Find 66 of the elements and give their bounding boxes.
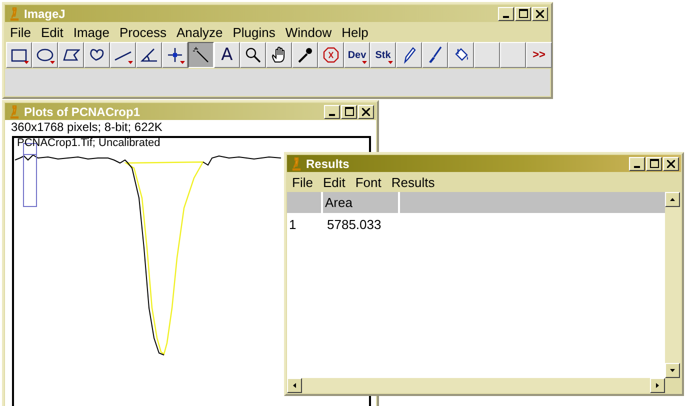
window-title: Plots of PCNACrop1 [24, 104, 140, 118]
wand-icon [192, 46, 210, 64]
maximize-icon [518, 9, 528, 18]
minimize-button[interactable] [498, 6, 514, 20]
minimize-button[interactable] [324, 104, 340, 118]
left-arrow-icon [293, 383, 296, 388]
menu-item[interactable]: File [287, 174, 318, 190]
close-button[interactable] [532, 6, 548, 20]
dropdown-triangle-icon [50, 61, 55, 64]
oval-icon [36, 46, 54, 64]
menu-item[interactable]: Edit [36, 24, 68, 40]
minimize-icon [329, 114, 335, 116]
close-icon [536, 10, 544, 18]
magnifier-icon [244, 46, 262, 64]
close-button[interactable] [358, 104, 374, 118]
right-arrow-icon [656, 383, 659, 388]
minimize-button[interactable] [629, 156, 645, 170]
down-arrow-icon [670, 369, 675, 372]
dropdown-triangle-icon [180, 61, 185, 64]
tool-button[interactable]: >> [526, 42, 552, 68]
minimize-icon [503, 16, 509, 18]
dropdown-triangle-icon [24, 61, 29, 64]
row-number: 1 [288, 216, 298, 234]
maximize-button[interactable] [341, 104, 357, 118]
up-arrow-icon [670, 198, 675, 201]
menu-item[interactable]: Process [114, 24, 172, 40]
crosshair-icon [166, 46, 184, 64]
tool-button[interactable]: Stk [370, 42, 396, 68]
image-info-text: 360x1768 pixels; 8-bit; 622K [10, 120, 164, 135]
dropdown-triangle-icon [362, 61, 367, 64]
angle-icon [140, 46, 158, 64]
menu-item[interactable]: Font [350, 174, 386, 190]
column-header[interactable]: Area [323, 192, 400, 213]
close-icon [667, 160, 675, 168]
menu-item[interactable]: Analyze [171, 24, 228, 40]
horizontal-scrollbar[interactable] [287, 378, 665, 393]
vertical-scrollbar[interactable] [665, 192, 681, 378]
close-button[interactable] [663, 156, 679, 170]
maximize-button[interactable] [646, 156, 662, 170]
minimize-icon [634, 166, 640, 168]
maximize-icon [344, 107, 354, 116]
close-icon [362, 108, 370, 116]
window-title: Results [306, 156, 350, 170]
dropper-icon [296, 46, 314, 64]
menu-item[interactable]: Image [68, 24, 114, 40]
microscope-icon [9, 104, 19, 118]
tool-button[interactable]: Dev [344, 42, 370, 68]
dropdown-triangle-icon [388, 61, 393, 64]
table-cell-text: 5785.033 [326, 216, 382, 234]
dropdown-triangle-icon [128, 61, 133, 64]
menu-item[interactable]: Help [336, 24, 374, 40]
menu-item[interactable]: Edit [318, 174, 350, 190]
microscope-icon [9, 6, 19, 20]
maximize-button[interactable] [515, 6, 531, 20]
menu-item[interactable]: Plugins [228, 24, 280, 40]
window-title: ImageJ [24, 6, 66, 20]
tool-button[interactable]: A [214, 42, 240, 68]
menu-item[interactable]: Results [386, 174, 440, 190]
menu-item[interactable]: Window [280, 24, 337, 40]
stop-icon [322, 46, 340, 64]
microscope-icon [291, 156, 301, 170]
plot-label: PCNACrop1.Tif; Uncalibrated [17, 137, 160, 149]
tool-button[interactable] [188, 42, 214, 68]
maximize-icon [650, 159, 658, 168]
brush-icon [426, 46, 444, 64]
menu-item[interactable]: File [5, 24, 36, 40]
